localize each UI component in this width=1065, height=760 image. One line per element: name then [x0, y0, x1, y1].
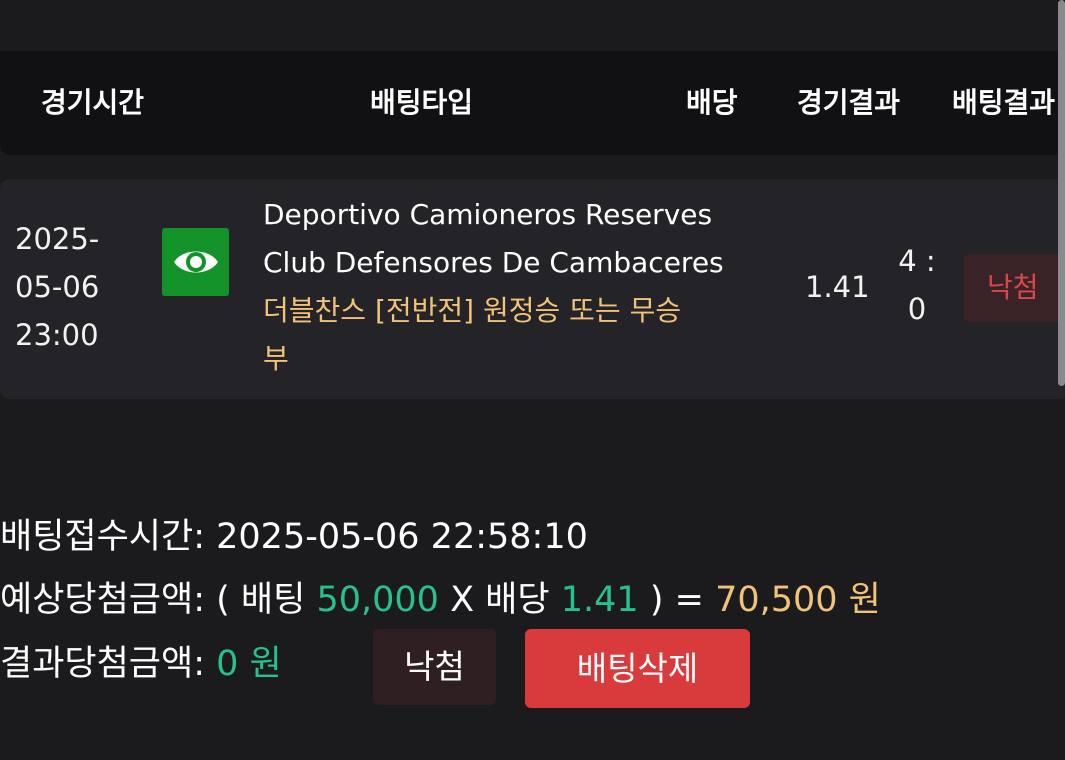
- expected-winnings-label: 예상당첨금액:: [0, 580, 205, 620]
- bet-type-label: 더블찬스 [전반전] 원정승 또는 무승부: [263, 294, 682, 375]
- bet-row: 2025- 05-06 23:00 Deportivo Camioneros R…: [0, 179, 1065, 399]
- times-odds-text: X 배당: [450, 580, 550, 620]
- summary-odds: 1.41: [560, 580, 639, 620]
- result-amount: 0 원: [216, 644, 282, 684]
- eye-icon[interactable]: [162, 228, 229, 296]
- column-header-bet-result: 배팅결과: [952, 86, 1056, 119]
- match-info: Deportivo Camioneros Reserves Club Defen…: [263, 191, 763, 383]
- bet-amount: 50,000: [316, 580, 439, 620]
- match-score: 4 : 0: [893, 237, 941, 333]
- result-winnings-line: 결과당첨금액: 0 원: [0, 642, 282, 686]
- match-time-line: 2025-: [15, 222, 100, 256]
- received-time-value: 2025-05-06 22:58:10: [216, 517, 588, 557]
- odds-value: 1.41: [805, 270, 870, 304]
- table-header: 경기시간 배팅타입 배당 경기결과 배팅결과: [0, 51, 1065, 155]
- delete-bet-button[interactable]: 배팅삭제: [525, 629, 750, 708]
- expected-amount: 70,500 원: [715, 580, 881, 620]
- home-team: Deportivo Camioneros Reserves: [263, 198, 713, 231]
- received-time-label: 배팅접수시간:: [0, 517, 205, 557]
- expected-open-text: ( 배팅: [216, 580, 306, 620]
- expected-winnings-line: 예상당첨금액: ( 배팅 50,000 X 배당 1.41 ) = 70,500…: [0, 578, 881, 622]
- lose-status-button[interactable]: 낙첨: [373, 629, 496, 705]
- match-time-line: 05-06: [15, 270, 100, 304]
- match-time: 2025- 05-06 23:00: [15, 215, 115, 359]
- score-line: 4 :: [898, 244, 936, 278]
- column-header-match-result: 경기결과: [797, 86, 901, 119]
- match-time-line: 23:00: [15, 318, 99, 352]
- bet-result-badge: 낙첨: [964, 254, 1065, 322]
- result-winnings-label: 결과당첨금액:: [0, 644, 205, 684]
- received-time-line: 배팅접수시간: 2025-05-06 22:58:10: [0, 515, 588, 559]
- column-header-match-time: 경기시간: [41, 86, 145, 119]
- away-team: Club Defensores De Cambaceres: [263, 246, 724, 279]
- close-equals-text: ) =: [649, 580, 704, 620]
- column-header-bet-type: 배팅타입: [370, 86, 474, 119]
- scrollbar[interactable]: [1058, 0, 1065, 386]
- column-header-odds: 배당: [686, 86, 738, 119]
- score-line: 0: [907, 292, 927, 326]
